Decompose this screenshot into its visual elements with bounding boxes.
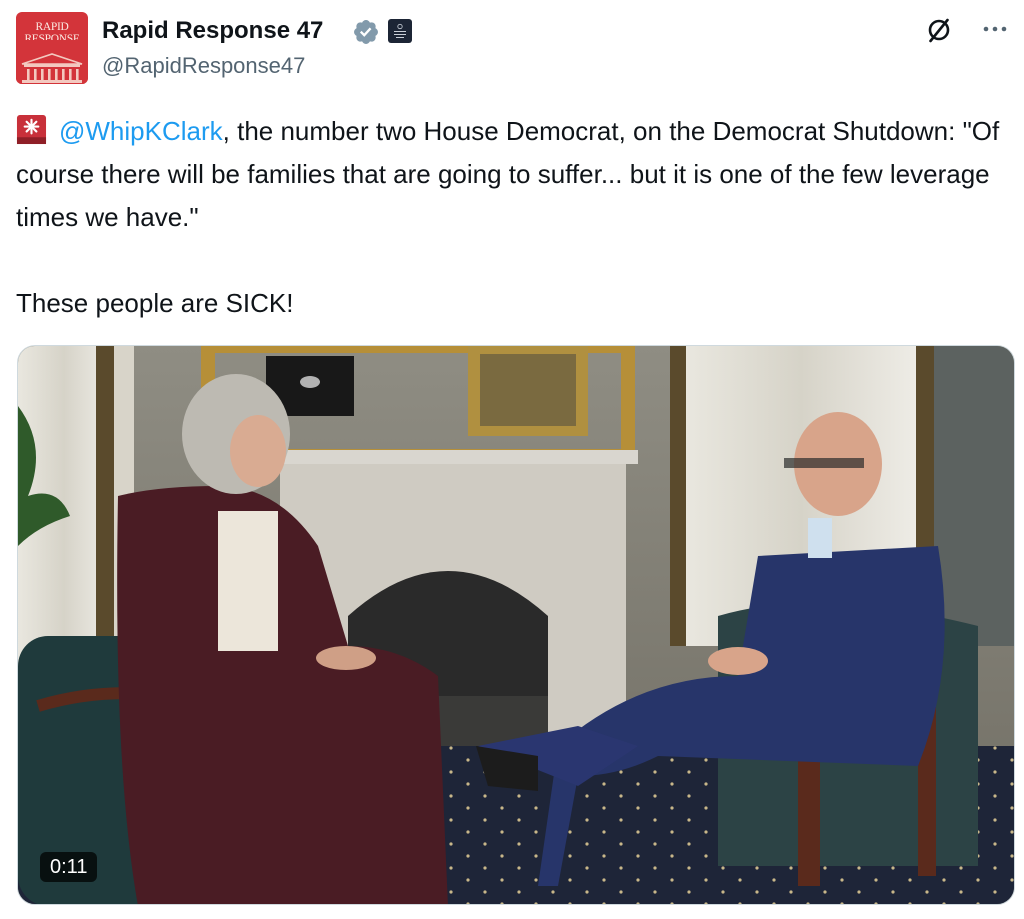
verified-badge-icon xyxy=(354,20,378,44)
video-duration-badge: 0:11 xyxy=(40,852,98,882)
video-player[interactable]: 0:11 xyxy=(17,345,1015,905)
seal-graphic xyxy=(394,23,406,38)
tweet-text: @WhipKClark, the number two House Democr… xyxy=(16,110,1016,325)
avatar-logo-line1: RAPID xyxy=(35,21,69,33)
government-seal-icon[interactable] xyxy=(388,19,412,43)
white-house-icon xyxy=(16,40,88,84)
video-thumbnail xyxy=(18,346,1014,904)
author-display-name[interactable]: Rapid Response 47 xyxy=(102,14,323,48)
police-siren-emoji xyxy=(16,114,47,145)
grok-icon[interactable] xyxy=(924,15,954,45)
more-horizontal-icon[interactable] xyxy=(980,14,1010,44)
mention-link[interactable]: @WhipKClark xyxy=(59,116,223,146)
avatar[interactable]: RAPID RESPONSE xyxy=(16,12,88,84)
author-handle[interactable]: @RapidResponse47 xyxy=(102,50,305,82)
tweet-paragraph-1: @WhipKClark, the number two House Democr… xyxy=(16,110,1016,239)
tweet-paragraph-2: These people are SICK! xyxy=(16,288,294,318)
